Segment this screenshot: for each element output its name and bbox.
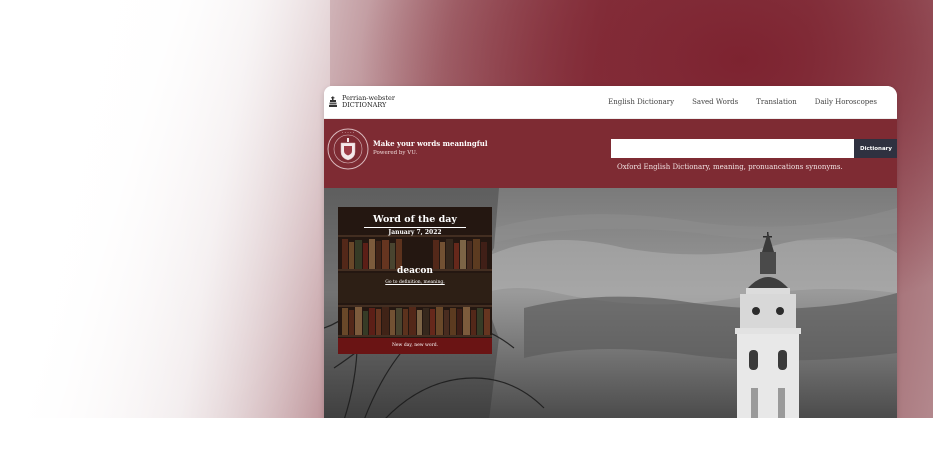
powered-by: Powered by VU. xyxy=(373,150,418,156)
brand-line2: DICTIONARY xyxy=(342,101,387,109)
title-underline xyxy=(364,227,466,228)
tagline-block: Make your words meaningful Powered by VU… xyxy=(373,139,488,156)
svg-text:• • • • •: • • • • • xyxy=(342,131,355,135)
search-input[interactable] xyxy=(611,139,854,158)
word-of-the-day-title: Word of the day xyxy=(373,214,457,225)
bottom-white-band xyxy=(0,418,933,461)
cathedral-photo: Word of the day January 7, 2022 deacon G… xyxy=(324,188,897,420)
word-of-the-day-card[interactable]: Word of the day January 7, 2022 deacon G… xyxy=(338,207,492,354)
word-of-the-day-word: deacon xyxy=(397,266,433,276)
word-of-the-day-date: January 7, 2022 xyxy=(388,229,442,236)
top-navbar: Perrian-webster DICTIONARY English Dicti… xyxy=(324,86,897,119)
tagline: Make your words meaningful xyxy=(373,139,488,148)
word-of-the-day-footer: New day, new word. xyxy=(338,338,492,354)
book-stack-icon xyxy=(329,96,337,107)
nav-translation[interactable]: Translation xyxy=(756,98,796,106)
search-description: Oxford English Dictionary, meaning, pron… xyxy=(617,163,843,171)
main-nav: English Dictionary Saved Words Translati… xyxy=(608,86,897,118)
nav-english-dictionary[interactable]: English Dictionary xyxy=(608,98,674,106)
definition-link[interactable]: Go to definition, meaning. xyxy=(338,280,492,285)
background-fade xyxy=(0,0,330,461)
hero-banner: • • • • • Make your words meaningful Pow… xyxy=(324,119,897,189)
nav-daily-horoscopes[interactable]: Daily Horoscopes xyxy=(815,98,877,106)
brand-logo[interactable]: Perrian-webster DICTIONARY xyxy=(328,95,395,109)
browser-window: Perrian-webster DICTIONARY English Dicti… xyxy=(324,86,897,420)
university-seal-icon: • • • • • xyxy=(327,128,369,170)
nav-saved-words[interactable]: Saved Words xyxy=(692,98,738,106)
dictionary-search-button[interactable]: Dictionary xyxy=(854,139,897,158)
brand-name: Perrian-webster DICTIONARY xyxy=(342,95,395,109)
